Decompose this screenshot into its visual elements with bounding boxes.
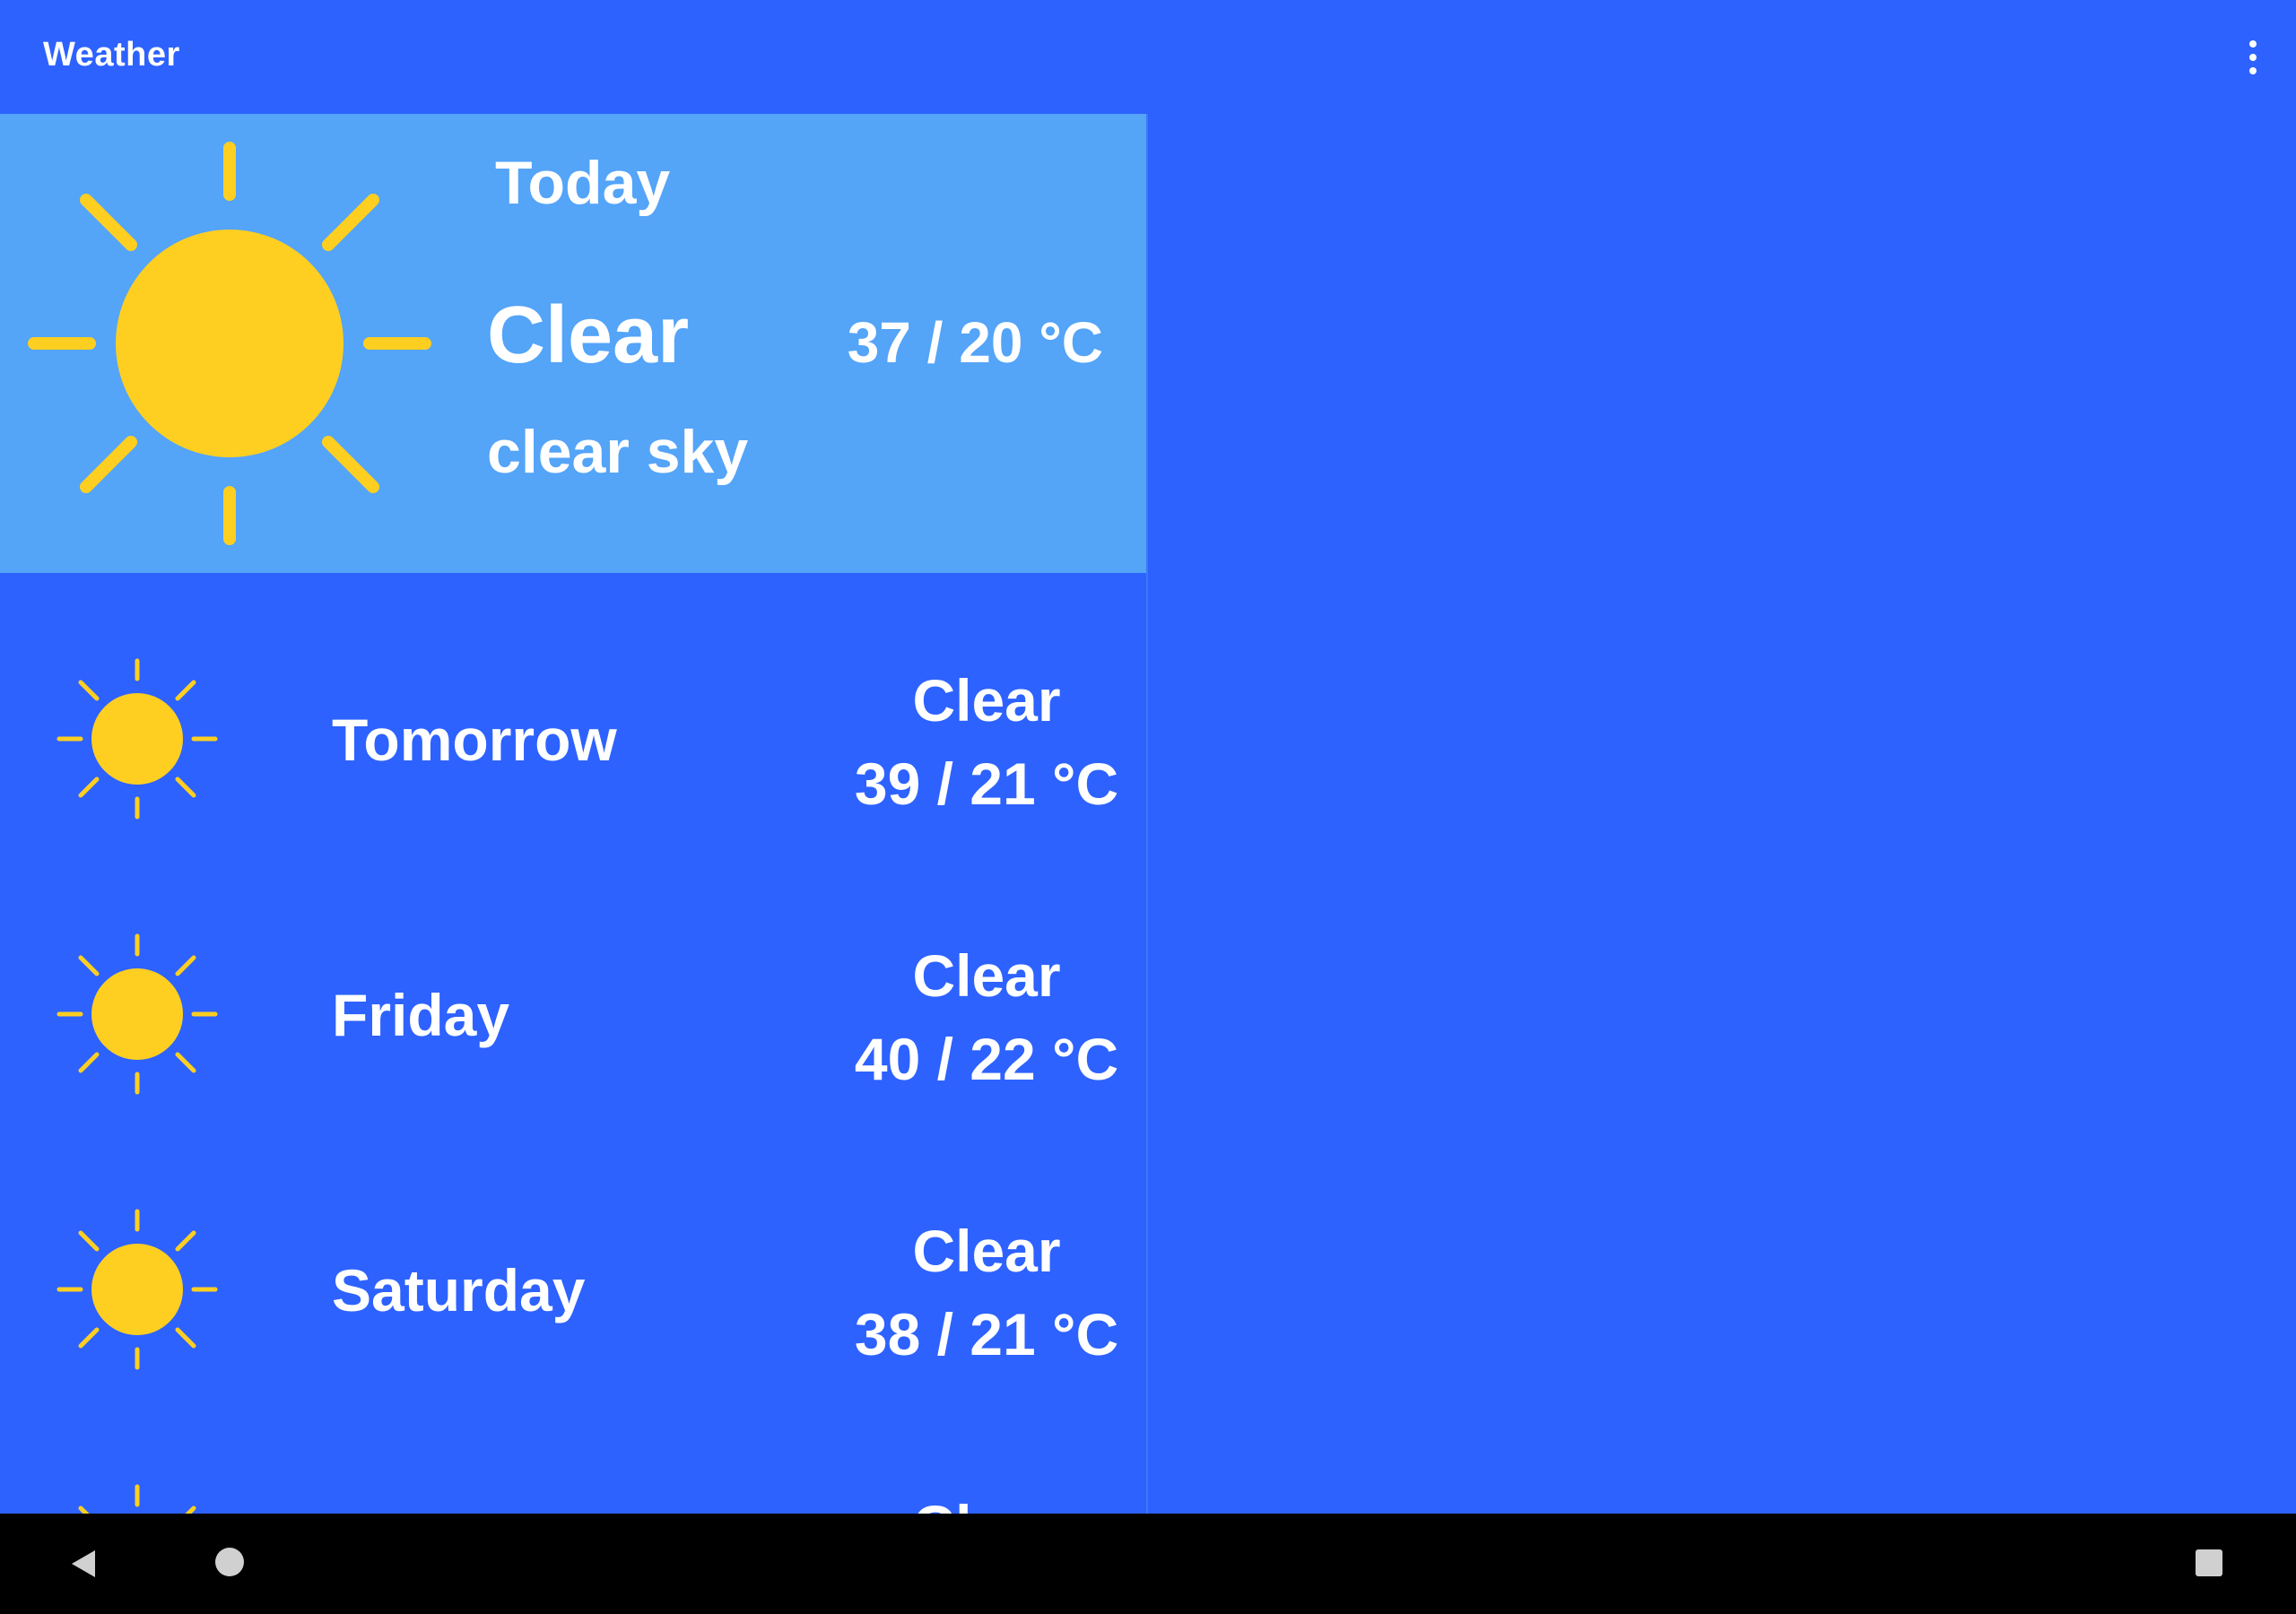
more-vert-icon[interactable] xyxy=(2224,29,2282,86)
today-day-label: Today xyxy=(495,149,671,217)
forecast-condition: Clear xyxy=(912,667,1061,733)
today-condition: Clear xyxy=(487,291,690,380)
app-toolbar: Weather xyxy=(0,0,2296,114)
sun-icon xyxy=(57,658,218,820)
forecast-summary: Clear 38 / 21 °C xyxy=(843,1210,1130,1376)
menu-dot xyxy=(2249,54,2257,61)
sun-icon xyxy=(28,142,431,545)
forecast-day: Friday xyxy=(332,982,510,1048)
forecast-summary: Clear 40 / 22 °C xyxy=(843,934,1130,1101)
forecast-temperature: 38 / 21 °C xyxy=(854,1301,1119,1367)
sun-icon xyxy=(57,1209,218,1370)
home-circle-icon[interactable] xyxy=(215,1548,244,1576)
system-navigation-bar xyxy=(0,1514,2296,1614)
back-triangle-icon[interactable] xyxy=(68,1548,100,1580)
forecast-temperature: 40 / 22 °C xyxy=(854,1026,1119,1092)
forecast-row[interactable]: Friday Clear 40 / 22 °C xyxy=(0,848,1146,1124)
forecast-day: Saturday xyxy=(332,1257,586,1323)
app-title: Weather xyxy=(43,36,180,74)
sun-icon xyxy=(57,933,218,1095)
forecast-summary: Clear xyxy=(843,1485,1130,1514)
forecast-condition: Clear xyxy=(912,942,1061,1009)
weather-app: Weather Today Clear clear sky 37 / 20 °C… xyxy=(0,0,2296,1514)
forecast-temperature: 39 / 21 °C xyxy=(854,751,1119,817)
today-description: clear sky xyxy=(487,418,749,486)
forecast-list[interactable]: Today Clear clear sky 37 / 20 °C Tomorro… xyxy=(0,114,1148,1514)
forecast-row[interactable]: Tomorrow Clear 39 / 21 °C xyxy=(0,573,1146,848)
recents-square-icon[interactable] xyxy=(2196,1549,2222,1576)
forecast-row[interactable]: Clear xyxy=(0,1399,1146,1514)
today-temperature: 37 / 20 °C xyxy=(847,310,1103,375)
forecast-condition: Clear xyxy=(912,1218,1061,1284)
today-forecast-card[interactable]: Today Clear clear sky 37 / 20 °C xyxy=(0,114,1146,573)
menu-dot xyxy=(2249,67,2257,74)
sun-icon xyxy=(78,1484,196,1514)
forecast-day: Tomorrow xyxy=(332,707,617,773)
forecast-summary: Clear 39 / 21 °C xyxy=(843,659,1130,826)
forecast-row[interactable]: Saturday Clear 38 / 21 °C xyxy=(0,1124,1146,1399)
forecast-condition: Clear xyxy=(843,1485,1130,1514)
menu-dot xyxy=(2249,40,2257,48)
